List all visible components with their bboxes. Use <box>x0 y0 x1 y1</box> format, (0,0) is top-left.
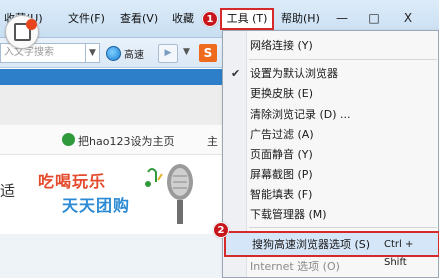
menu-item-favorites[interactable]: 收藏 <box>172 11 194 27</box>
menu-separator <box>249 59 437 60</box>
search-dropdown-icon[interactable]: ▼ <box>86 43 100 63</box>
home-icon <box>62 133 75 146</box>
banner-left-text: 适 <box>0 182 16 200</box>
menu-item-view[interactable]: 查看(V) <box>120 11 158 27</box>
minimize-button[interactable]: — <box>330 8 354 28</box>
menu-item-file[interactable]: 文件(F) <box>68 11 105 27</box>
set-homepage-link[interactable]: 把hao123设为主页 <box>78 133 174 149</box>
microphone-icon <box>145 164 193 224</box>
menu-item-change-skin[interactable]: 更换皮肤 (E) <box>223 85 439 103</box>
banner-title: 吃喝玩乐 <box>38 172 107 191</box>
maximize-button[interactable]: □ <box>362 8 386 28</box>
banner-subtitle: 天天团购 <box>62 196 131 215</box>
menu-item-help[interactable]: 帮助(H) <box>281 11 320 27</box>
menu-item-download-manager[interactable]: 下载管理器 (M) <box>223 206 439 224</box>
checkmark-icon: ✔ <box>231 67 241 80</box>
menu-item-autofill[interactable]: 智能填表 (F) <box>223 186 439 204</box>
menu-item-browser-options[interactable]: 搜狗高速浏览器选项 (S) Ctrl + Shift <box>224 231 439 268</box>
speed-mode-label[interactable]: 高速 <box>124 46 144 61</box>
speed-mode-icon[interactable] <box>106 46 121 61</box>
menu-item-network-connection[interactable]: 网络连接 (Y) <box>223 37 439 55</box>
close-button[interactable]: X <box>396 8 420 28</box>
sogou-s-icon[interactable]: S <box>199 44 217 62</box>
menu-item-tools[interactable]: 工具 (T) <box>220 8 274 30</box>
menu-separator <box>249 227 437 228</box>
tools-dropdown-menu: 网络连接 (Y) ✔ 设置为默认浏览器 更换皮肤 (E) 清除浏览记录 (D) … <box>222 30 439 278</box>
menu-item-screenshot[interactable]: 屏幕截图 (P) <box>223 166 439 184</box>
menu-item-set-default-browser[interactable]: ✔ 设置为默认浏览器 <box>223 65 439 83</box>
chevron-down-icon[interactable]: ▼ <box>183 47 190 57</box>
browser-logo-icon[interactable] <box>5 15 39 49</box>
play-button[interactable]: ▶ <box>158 44 178 63</box>
menu-item-internet-options[interactable]: Internet 选项 (O) <box>223 258 439 276</box>
step-marker-1: 1 <box>202 11 218 27</box>
menu-item-clear-history[interactable]: 清除浏览记录 (D) ... <box>223 106 439 124</box>
step-marker-2: 2 <box>213 222 229 238</box>
plus-badge-icon <box>26 19 37 30</box>
truncated-link[interactable]: 主 <box>207 133 218 149</box>
menu-item-ad-filter[interactable]: 广告过滤 (A) <box>223 126 439 144</box>
menu-item-mute-page[interactable]: 页面静音 (Y) <box>223 146 439 164</box>
